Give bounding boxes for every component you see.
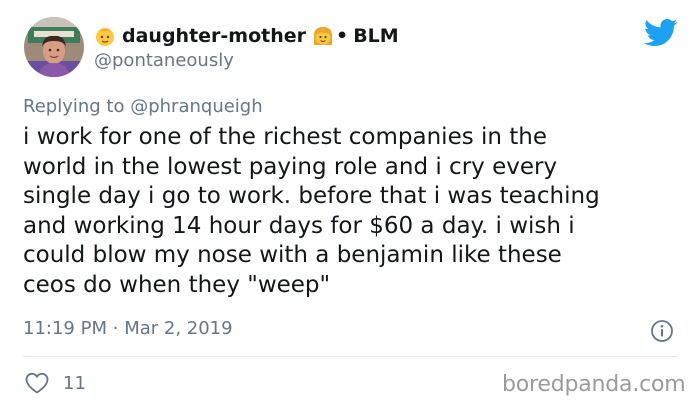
reply-context: Replying to @phranqueigh [23, 96, 263, 117]
reply-mention-link[interactable]: @phranqueigh [130, 96, 262, 117]
reply-prefix: Replying to [23, 96, 125, 117]
tweet-date[interactable]: Mar 2, 2019 [124, 318, 232, 339]
display-name[interactable]: daughter-mother [122, 25, 306, 47]
author-name-row[interactable]: daughter-mother • BLM [94, 21, 399, 51]
watermark: boredpanda.com [502, 372, 686, 397]
info-icon[interactable] [650, 319, 674, 343]
woman-emoji-icon [312, 24, 334, 48]
timestamp-separator: · [112, 318, 119, 339]
heart-icon[interactable] [25, 372, 49, 394]
divider [23, 356, 678, 357]
avatar[interactable] [24, 17, 84, 77]
twitter-bird-icon[interactable] [644, 18, 678, 48]
tweet-time[interactable]: 11:19 PM [23, 318, 107, 339]
name-suffix: BLM [353, 25, 399, 47]
like-button[interactable]: 11 [25, 372, 86, 394]
like-count: 11 [63, 372, 86, 394]
name-separator: • [336, 25, 349, 47]
baby-emoji-icon [94, 24, 116, 48]
tweet-text: i work for one of the richest companies … [23, 124, 600, 298]
tweet-timestamp[interactable]: 11:19 PM · Mar 2, 2019 [23, 318, 233, 339]
user-handle[interactable]: @pontaneously [94, 50, 234, 71]
